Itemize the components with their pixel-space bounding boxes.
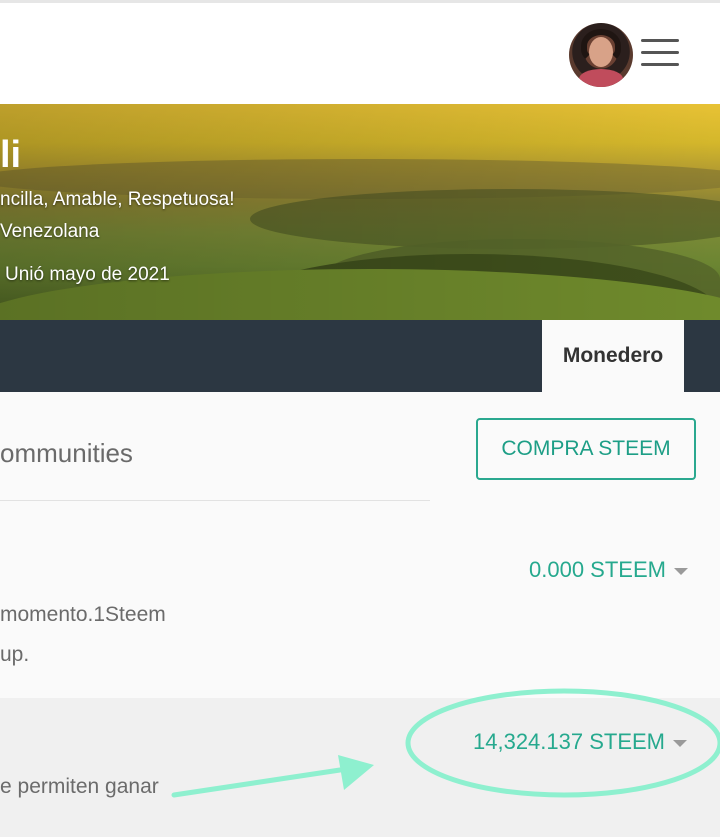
buy-steem-button[interactable]: COMPRA STEEM (476, 418, 696, 480)
profile-about: ncilla, Amable, Respetuosa! (0, 189, 235, 210)
top-header (0, 3, 720, 104)
steem-power-row (0, 698, 720, 837)
steem-balance-dropdown[interactable]: 0.000 STEEM (529, 557, 688, 583)
chevron-down-icon (673, 739, 688, 747)
user-avatar[interactable] (569, 23, 633, 87)
profile-name: li (0, 134, 22, 176)
tab-wallet[interactable]: Monedero (542, 320, 684, 392)
steem-description-line1: momento.1Steem (0, 603, 166, 626)
steem-power-balance-dropdown[interactable]: 14,324.137 STEEM (473, 729, 688, 755)
profile-location: Venezolana (0, 221, 100, 242)
steem-description-line2: up. (0, 643, 30, 666)
communities-heading: ommunities (0, 438, 133, 468)
steem-balance-value: 0.000 STEEM (529, 557, 666, 582)
profile-cover: li ncilla, Amable, Respetuosa! Venezolan… (0, 104, 720, 320)
avatar-face (589, 37, 613, 67)
avatar-shirt (579, 69, 623, 87)
steem-power-balance-value: 14,324.137 STEEM (473, 729, 666, 754)
section-divider (0, 500, 430, 501)
profile-joined: Unió mayo de 2021 (5, 264, 170, 285)
steem-power-description: e permiten ganar (0, 775, 159, 798)
chevron-down-icon (673, 567, 688, 575)
hamburger-menu-icon[interactable] (641, 39, 679, 71)
